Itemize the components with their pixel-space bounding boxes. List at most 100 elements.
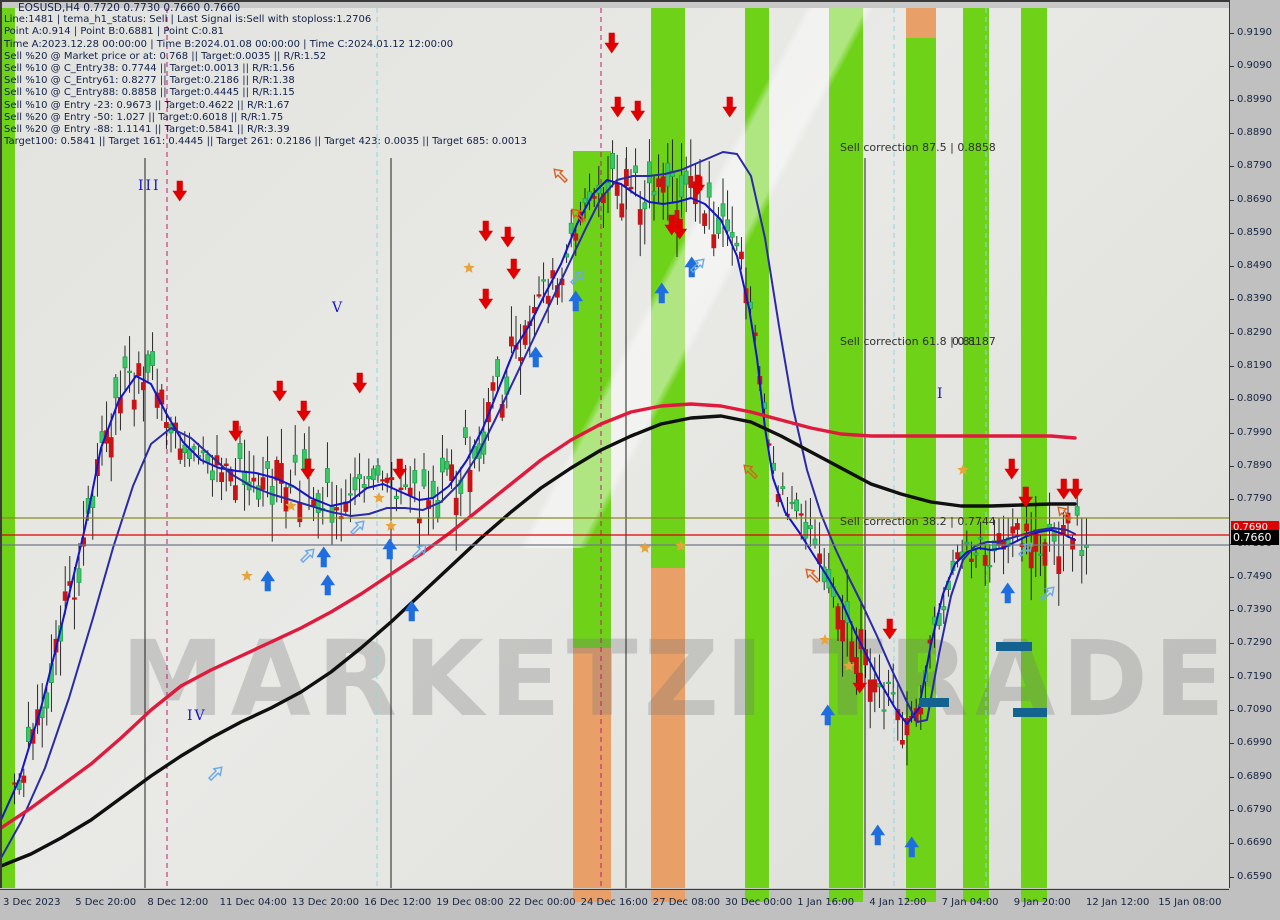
sell-signal-arrow xyxy=(172,180,188,202)
price-tick-mark xyxy=(1230,132,1234,134)
buy-signal-arrow xyxy=(904,836,920,858)
price-tick-mark xyxy=(1230,610,1234,612)
info-line: Target100: 0.5841 || Target 161: 0.4445 … xyxy=(4,136,527,148)
ma-line-blue-fast-ma xyxy=(1,179,1076,821)
price-tick: 0.6890 xyxy=(1237,770,1272,782)
candlestick xyxy=(1038,553,1043,556)
time-tick: 5 Dec 20:00 xyxy=(75,897,137,908)
price-tick: 0.6990 xyxy=(1237,737,1272,749)
candlestick xyxy=(955,552,960,560)
sell-signal-arrow xyxy=(478,288,494,310)
sell-signal-arrow xyxy=(722,96,738,118)
buy-signal-arrow xyxy=(316,546,332,568)
candlestick xyxy=(191,446,197,450)
candlestick xyxy=(651,191,657,196)
candlestick xyxy=(647,161,652,184)
time-tick: 24 Dec 16:00 xyxy=(580,897,648,908)
info-line: Sell %10 @ C_Entry88: 0.8858 || Target:0… xyxy=(4,87,295,99)
candlestick xyxy=(462,427,468,439)
candlestick xyxy=(545,295,551,304)
candlestick xyxy=(384,477,390,483)
star-marker xyxy=(463,261,475,273)
time-tick: 13 Dec 20:00 xyxy=(291,897,360,908)
candlestick xyxy=(683,170,689,185)
price-tick-mark xyxy=(1230,809,1234,811)
price-tick: 0.8690 xyxy=(1237,193,1272,205)
candlestick xyxy=(25,726,31,742)
candlestick xyxy=(780,486,786,490)
candlestick xyxy=(964,541,970,545)
time-tick: 15 Jan 08:00 xyxy=(1158,897,1222,908)
candlestick xyxy=(835,606,841,630)
price-axis[interactable]: 0.9190 0.9090 0.8990 0.8890 0.8790 0.8690 0.85… xyxy=(1229,0,1280,920)
wave-label: III xyxy=(138,178,161,194)
accent-bar xyxy=(1013,708,1047,717)
price-tick-mark xyxy=(1230,33,1234,34)
buy-signal-arrow xyxy=(320,574,336,596)
buy-signal-arrow xyxy=(568,290,584,312)
candlestick xyxy=(573,233,579,241)
candlestick xyxy=(232,485,238,501)
candlestick xyxy=(292,454,298,463)
price-tick: 0.7990 xyxy=(1237,426,1272,438)
candlestick xyxy=(449,464,455,481)
candlestick xyxy=(113,377,119,399)
candlestick xyxy=(536,294,542,297)
candlestick xyxy=(1024,523,1029,532)
candlestick xyxy=(665,162,671,187)
candlestick xyxy=(467,469,473,493)
correction-label: Sell correction 38.2 | 0.7744 xyxy=(840,515,996,528)
candlestick xyxy=(633,165,638,173)
candlestick xyxy=(729,232,735,238)
candlestick xyxy=(265,461,271,469)
buy-signal-arrow xyxy=(528,346,544,368)
candlestick xyxy=(541,279,546,282)
buy-signal-arrow xyxy=(382,538,398,560)
sell-signal-arrow xyxy=(506,258,522,280)
candlestick xyxy=(803,522,809,539)
candlestick xyxy=(375,465,381,476)
correction-label: Sell correction 87.5 | 0.8858 xyxy=(840,141,996,154)
candlestick xyxy=(1074,506,1080,516)
sell-signal-arrow xyxy=(228,420,244,442)
last-price-label: 0.7660 xyxy=(1231,530,1279,545)
candlestick xyxy=(495,359,501,377)
candlestick xyxy=(311,499,317,507)
weak-sell-arrow xyxy=(743,464,758,480)
price-tick: 0.8990 xyxy=(1237,93,1272,105)
price-tick: 0.7090 xyxy=(1237,704,1272,715)
candlestick xyxy=(329,505,335,523)
star-marker xyxy=(675,539,687,551)
symbol-ohlc-line: EOSUSD,H4 0.7720 0.7730 0.7660 0.7660 xyxy=(18,2,241,14)
candlestick xyxy=(453,497,459,515)
candlestick xyxy=(260,477,266,490)
time-tick: 30 Dec 00:00 xyxy=(725,897,793,908)
price-tick-mark xyxy=(1230,366,1234,367)
candlestick xyxy=(978,537,983,540)
buy-signal-arrow xyxy=(820,704,836,726)
weak-buy-arrow xyxy=(300,548,315,564)
candlestick xyxy=(1042,542,1048,566)
candlestick xyxy=(361,484,367,488)
candlestick xyxy=(324,468,330,483)
candlestick xyxy=(347,493,353,496)
candlestick xyxy=(706,182,712,198)
candlestick xyxy=(421,469,427,487)
candlestick xyxy=(794,499,799,512)
buy-signal-arrow xyxy=(870,824,886,846)
accent-bar xyxy=(996,642,1032,651)
candlestick xyxy=(209,470,215,481)
candlestick xyxy=(711,234,717,249)
price-tick-mark xyxy=(1230,232,1234,234)
price-tick-mark xyxy=(1230,432,1234,434)
candlestick xyxy=(297,502,303,523)
price-tick: 0.6790 xyxy=(1237,803,1272,815)
accent-bar xyxy=(919,698,949,707)
time-axis[interactable]: 3 Dec 2023 5 Dec 20:00 8 Dec 12:00 11 Dec 0… xyxy=(0,889,1280,920)
info-line: Sell %10 @ C_Entry61: 0.8277 || Target:0… xyxy=(4,75,295,87)
candlestick xyxy=(840,620,845,642)
candlestick xyxy=(854,657,859,674)
price-tick: 0.8390 xyxy=(1237,293,1272,305)
candlestick xyxy=(789,501,795,505)
price-tick: 0.8590 xyxy=(1237,226,1272,238)
